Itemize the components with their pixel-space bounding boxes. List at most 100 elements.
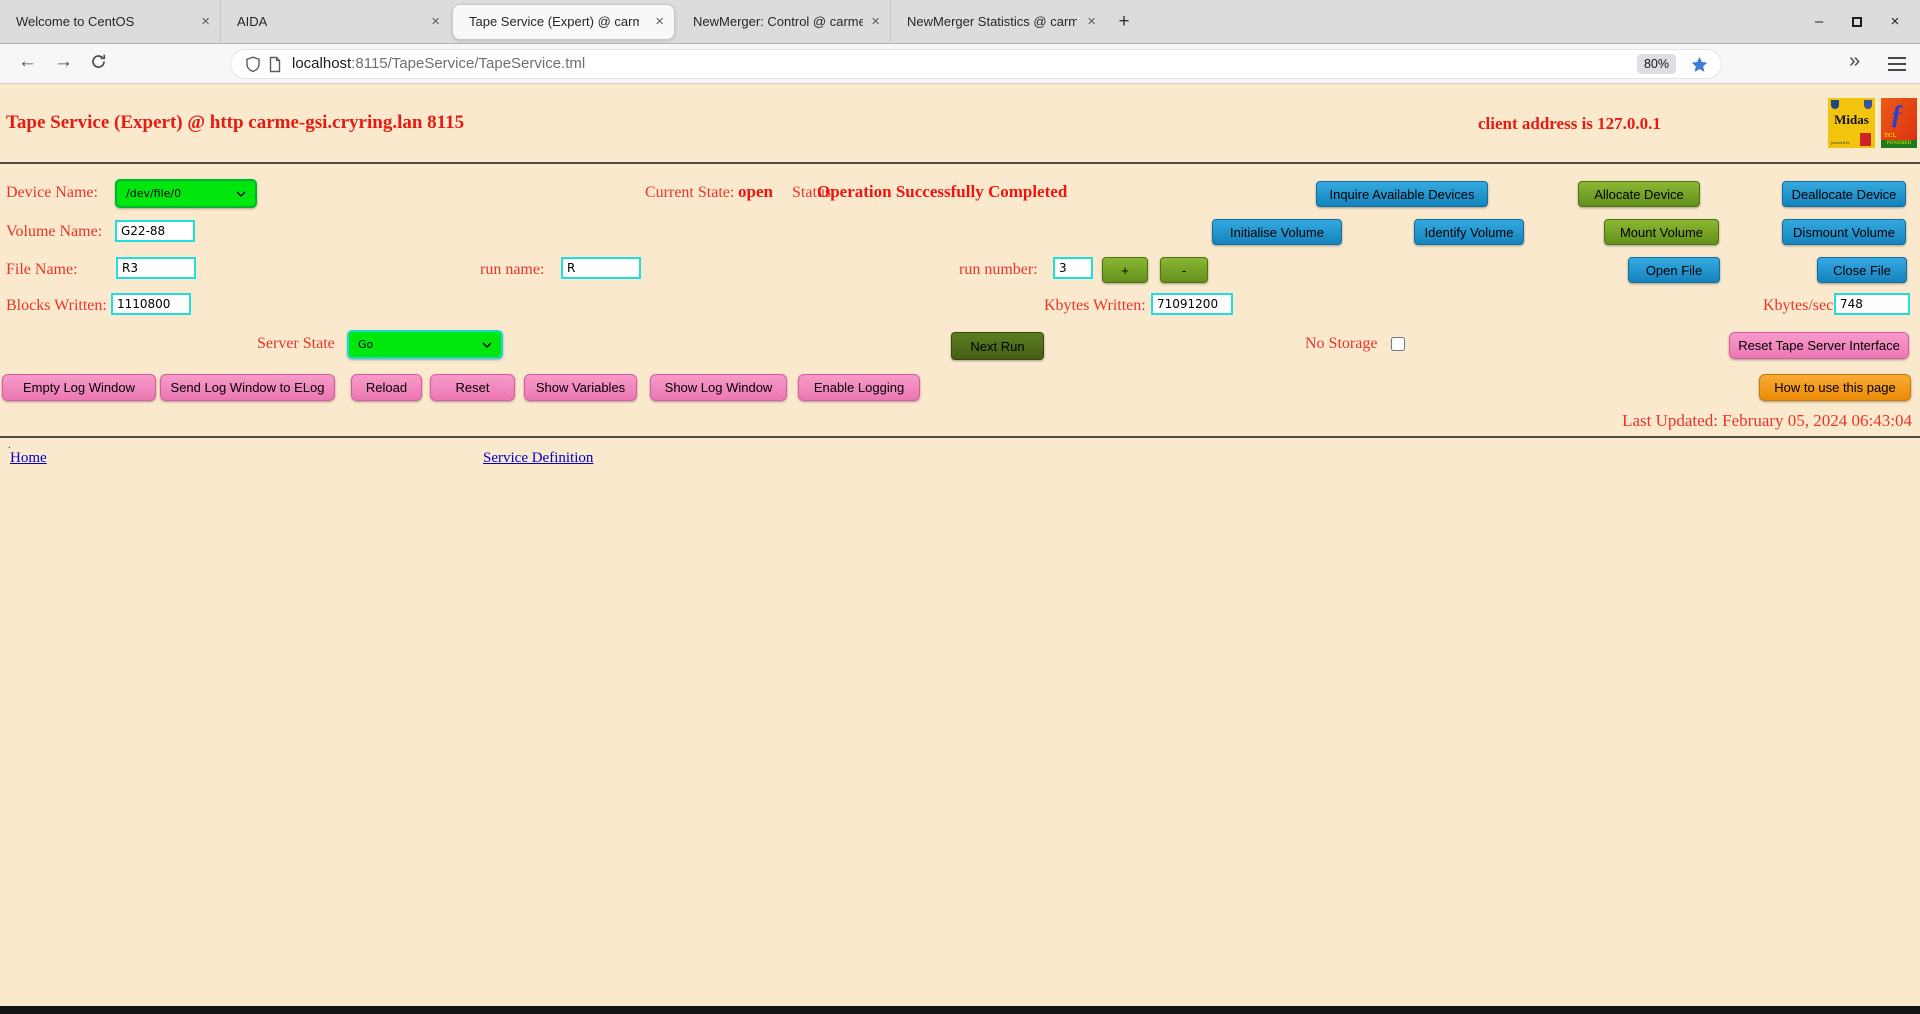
tab-close-icon[interactable]: × (423, 13, 440, 30)
bottom-screen-edge (0, 1006, 1920, 1014)
shield-permissions-icon[interactable] (245, 56, 261, 73)
midas-powered-by: powered by (1831, 140, 1850, 145)
volume-name-label: Volume Name: (6, 223, 103, 240)
tab-title: NewMerger: Control @ carme (693, 14, 863, 29)
volume-name-input[interactable] (115, 220, 195, 242)
tab-close-icon[interactable]: × (193, 13, 210, 30)
reset-tape-server-interface-button[interactable]: Reset Tape Server Interface (1729, 332, 1909, 359)
url-text[interactable]: localhost:8115/TapeService/TapeService.t… (292, 55, 585, 72)
service-definition-link[interactable]: Service Definition (483, 450, 593, 467)
page-title: Tape Service (Expert) @ http carme-gsi.c… (6, 112, 465, 133)
tab-title: Tape Service (Expert) @ carm (469, 14, 639, 29)
minimize-button[interactable]: – (1812, 13, 1826, 30)
bottom-divider (0, 436, 1920, 438)
url-host: localhost (292, 55, 352, 72)
tab-newmerger-statistics[interactable]: NewMerger Statistics @ carm × (890, 0, 1106, 44)
midas-logo: Midas powered by (1828, 98, 1875, 148)
current-state-label: Current State: (645, 184, 735, 201)
run-number-input[interactable] (1053, 257, 1093, 279)
overflow-menu-icon[interactable]: » (1849, 50, 1860, 73)
reset-button[interactable]: Reset (430, 374, 515, 401)
server-state-select[interactable]: Go (347, 330, 503, 359)
initialise-volume-button[interactable]: Initialise Volume (1212, 219, 1342, 245)
dismount-volume-button[interactable]: Dismount Volume (1782, 219, 1906, 245)
run-number-decrement-button[interactable]: - (1160, 257, 1208, 283)
kbytes-written-input[interactable] (1151, 293, 1233, 315)
reload-button[interactable]: Reload (351, 374, 422, 401)
file-name-label: File Name: (6, 261, 78, 278)
reload-icon[interactable] (90, 53, 107, 76)
url-bar[interactable]: localhost:8115/TapeService/TapeService.t… (230, 49, 1722, 79)
allocate-device-button[interactable]: Allocate Device (1578, 181, 1700, 207)
back-icon[interactable]: ← (18, 51, 37, 73)
no-storage-checkbox[interactable] (1391, 337, 1405, 351)
midas-red-badge (1860, 133, 1871, 146)
file-name-input[interactable] (116, 257, 196, 279)
top-divider (0, 162, 1920, 164)
show-log-window-button[interactable]: Show Log Window (650, 374, 787, 401)
run-name-input[interactable] (561, 257, 641, 279)
status-value: Operation Successfully Completed (817, 182, 1068, 201)
tab-close-icon[interactable]: × (1079, 13, 1096, 30)
tab-tape-service[interactable]: Tape Service (Expert) @ carm × (452, 3, 675, 40)
midas-logo-text: Midas (1834, 112, 1869, 127)
navigation-toolbar: ← → localhost:8115/TapeService/TapeServi… (0, 44, 1920, 84)
tab-title: AIDA (237, 14, 268, 29)
kbytes-written-label: Kbytes Written: (1044, 297, 1146, 314)
current-state-value: open (738, 182, 773, 201)
tab-welcome-centos[interactable]: Welcome to CentOS × (0, 0, 220, 44)
url-path: :8115/TapeService/TapeService.tml (351, 55, 586, 72)
device-name-label: Device Name: (6, 184, 98, 201)
device-name-value: /dev/file/0 (126, 187, 182, 200)
tab-aida[interactable]: AIDA × (220, 0, 450, 44)
open-file-button[interactable]: Open File (1628, 257, 1720, 283)
enable-logging-button[interactable]: Enable Logging (798, 374, 920, 401)
run-number-increment-button[interactable]: + (1102, 257, 1148, 283)
mount-volume-button[interactable]: Mount Volume (1604, 219, 1719, 245)
tab-close-icon[interactable]: × (647, 13, 664, 30)
tcl-powered-strip: POWERED (1881, 140, 1917, 148)
device-name-select[interactable]: /dev/file/0 (115, 179, 257, 208)
midas-shield-icon (1864, 100, 1872, 109)
close-button[interactable]: × (1888, 13, 1902, 30)
tcl-logo-text: TCL (1884, 133, 1897, 139)
kbytes-per-sec-input[interactable] (1834, 293, 1910, 315)
tab-newmerger-control[interactable]: NewMerger: Control @ carme × (677, 0, 890, 44)
new-tab-button[interactable]: + (1106, 11, 1142, 33)
blocks-written-input[interactable] (111, 293, 191, 315)
home-link[interactable]: Home (10, 450, 47, 467)
window-controls: – × (1812, 13, 1920, 30)
kbytes-per-sec-label: Kbytes/sec: (1763, 297, 1838, 314)
zoom-level-badge[interactable]: 80% (1636, 54, 1676, 74)
tab-close-icon[interactable]: × (863, 13, 880, 30)
deallocate-device-button[interactable]: Deallocate Device (1782, 181, 1906, 207)
inquire-available-devices-button[interactable]: Inquire Available Devices (1316, 181, 1488, 207)
tape-service-page: Tape Service (Expert) @ http carme-gsi.c… (0, 84, 1920, 1006)
next-run-button[interactable]: Next Run (951, 332, 1044, 360)
page-info-icon (269, 56, 281, 73)
tab-title: NewMerger Statistics @ carm (907, 14, 1077, 29)
forward-icon[interactable]: → (54, 51, 73, 73)
tcl-f-glyph: ƒ (1890, 99, 1904, 129)
show-variables-button[interactable]: Show Variables (524, 374, 637, 401)
maximize-button[interactable] (1852, 16, 1862, 27)
server-state-value: Go (358, 338, 374, 351)
empty-log-window-button[interactable]: Empty Log Window (2, 374, 156, 401)
bookmark-star-icon[interactable] (1691, 56, 1708, 73)
server-state-label: Server State (257, 335, 335, 352)
chevron-down-icon (236, 187, 246, 200)
run-name-label: run name: (480, 261, 545, 278)
midas-shield-icon (1831, 100, 1839, 109)
last-updated-text: Last Updated: February 05, 2024 06:43:04 (1622, 411, 1912, 430)
how-to-use-this-page-button[interactable]: How to use this page (1759, 374, 1911, 401)
client-address: client address is 127.0.0.1 (1478, 114, 1661, 133)
tab-bar: Welcome to CentOS × AIDA × Tape Service … (0, 0, 1920, 44)
identify-volume-button[interactable]: Identify Volume (1414, 219, 1524, 245)
blocks-written-label: Blocks Written: (6, 297, 107, 314)
run-number-label: run number: (959, 261, 1038, 278)
tab-title: Welcome to CentOS (16, 14, 135, 29)
tcl-logo: ƒ TCL POWERED (1881, 98, 1917, 148)
app-menu-icon[interactable] (1888, 57, 1906, 75)
close-file-button[interactable]: Close File (1817, 257, 1907, 283)
send-log-window-to-elog-button[interactable]: Send Log Window to ELog (160, 374, 335, 401)
